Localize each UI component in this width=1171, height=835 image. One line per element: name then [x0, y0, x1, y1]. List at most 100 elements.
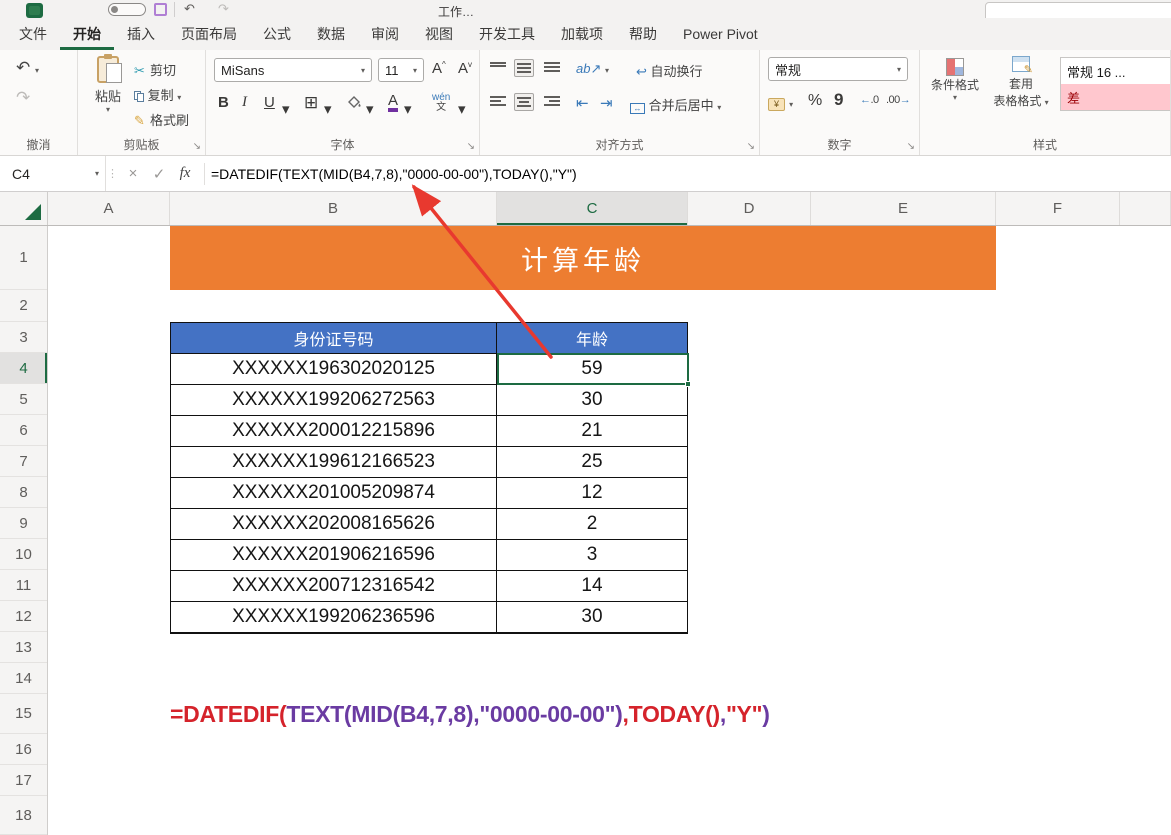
- save-icon[interactable]: [154, 3, 167, 16]
- row-header-17[interactable]: 17: [0, 765, 47, 796]
- align-top-button[interactable]: [488, 59, 508, 77]
- row-header-11[interactable]: 11: [0, 570, 47, 601]
- cell-age[interactable]: 12: [497, 478, 687, 509]
- banner-cell[interactable]: 计算年龄: [170, 226, 996, 290]
- menu-tab[interactable]: 文件: [6, 18, 60, 50]
- menu-tab[interactable]: 数据: [304, 18, 358, 50]
- menu-tab[interactable]: 公式: [250, 18, 304, 50]
- row-header-7[interactable]: 7: [0, 446, 47, 477]
- cell-id-number[interactable]: XXXXXX199206272563: [171, 385, 497, 416]
- cell-age[interactable]: 30: [497, 385, 687, 416]
- select-all-corner[interactable]: [0, 192, 48, 225]
- fill-color-caret[interactable]: ▾: [366, 100, 374, 118]
- row-header-5[interactable]: 5: [0, 384, 47, 415]
- formula-annotation[interactable]: =DATEDIF( TEXT(MID(B4,7,8),"0000-00-00")…: [170, 694, 770, 734]
- italic-button[interactable]: I: [242, 94, 247, 111]
- paste-button[interactable]: 粘贴 ▾: [90, 56, 126, 114]
- row-header-12[interactable]: 12: [0, 601, 47, 632]
- font-name-select[interactable]: MiSans▾: [214, 58, 372, 82]
- clipboard-dialog-launcher[interactable]: ↘: [193, 142, 201, 152]
- align-center-button[interactable]: [514, 93, 534, 111]
- undo-icon[interactable]: ↶: [184, 1, 195, 17]
- column-header-B[interactable]: B: [170, 192, 497, 225]
- row-header-2[interactable]: 2: [0, 290, 47, 322]
- redo-icon[interactable]: ↷: [218, 1, 229, 17]
- column-header-C[interactable]: C: [497, 192, 688, 225]
- shrink-font-button[interactable]: Av: [458, 60, 472, 77]
- cell-age[interactable]: 25: [497, 447, 687, 478]
- insert-function-button[interactable]: fx: [172, 165, 198, 182]
- row-header-8[interactable]: 8: [0, 477, 47, 508]
- row-header-15[interactable]: 15: [0, 694, 47, 734]
- header-id-number[interactable]: 身份证号码: [171, 323, 497, 354]
- cell-age[interactable]: 21: [497, 416, 687, 447]
- align-right-button[interactable]: [542, 93, 562, 111]
- phonetic-button[interactable]: wén文: [432, 93, 450, 113]
- indent-increase-button[interactable]: ⇥: [600, 94, 613, 112]
- cell-age[interactable]: 14: [497, 571, 687, 602]
- redo-button[interactable]: ↷: [16, 88, 30, 108]
- row-header-6[interactable]: 6: [0, 415, 47, 446]
- cell-id-number[interactable]: XXXXXX201005209874: [171, 478, 497, 509]
- row-header-1[interactable]: 1: [0, 226, 47, 290]
- cancel-button[interactable]: ×: [120, 165, 146, 182]
- search-box[interactable]: [985, 2, 1171, 18]
- font-color-button[interactable]: A: [388, 93, 398, 112]
- number-format-select[interactable]: 常规▾: [768, 57, 908, 81]
- cell-id-number[interactable]: XXXXXX201906216596: [171, 540, 497, 571]
- orientation-button[interactable]: ab↗ ▾: [576, 61, 609, 77]
- borders-button[interactable]: ⊞: [304, 93, 318, 113]
- cell-style-option[interactable]: 差: [1061, 84, 1170, 110]
- cell-id-number[interactable]: XXXXXX199612166523: [171, 447, 497, 478]
- cell-id-number[interactable]: XXXXXX196302020125: [171, 354, 497, 385]
- row-header-4[interactable]: 4: [0, 353, 47, 384]
- grow-font-button[interactable]: A^: [432, 60, 446, 77]
- decimal-decrease-button[interactable]: .00→: [886, 94, 910, 106]
- column-header-E[interactable]: E: [811, 192, 996, 225]
- wrap-text-button[interactable]: ↩ 自动换行: [636, 61, 703, 80]
- align-left-button[interactable]: [488, 93, 508, 111]
- row-header-9[interactable]: 9: [0, 508, 47, 539]
- row-header-14[interactable]: 14: [0, 663, 47, 694]
- column-header-partial[interactable]: [1120, 192, 1171, 225]
- align-middle-button[interactable]: [514, 59, 534, 77]
- underline-caret[interactable]: ▾: [282, 100, 290, 118]
- decimal-increase-button[interactable]: ←.0: [860, 94, 879, 106]
- cell-age[interactable]: 3: [497, 540, 687, 571]
- cell-id-number[interactable]: XXXXXX202008165626: [171, 509, 497, 540]
- row-header-10[interactable]: 10: [0, 539, 47, 570]
- merge-center-button[interactable]: ↔ 合并后居中 ▾: [630, 95, 721, 114]
- sheet-cells-area[interactable]: 计算年龄 身份证号码 年龄 XXXXXX196302020125 59 XXXX…: [48, 226, 1171, 835]
- row-header-16[interactable]: 16: [0, 734, 47, 765]
- menu-tab[interactable]: 开发工具: [466, 18, 548, 50]
- menu-tab[interactable]: 视图: [412, 18, 466, 50]
- menu-tab[interactable]: 加载项: [548, 18, 616, 50]
- undo-button[interactable]: ↶ ▾: [16, 58, 39, 78]
- font-size-select[interactable]: 11▾: [378, 58, 424, 82]
- enter-button[interactable]: ✓: [146, 165, 172, 183]
- name-box[interactable]: C4 ▾: [0, 156, 106, 191]
- menu-tab[interactable]: 页面布局: [168, 18, 250, 50]
- menu-tab[interactable]: 开始: [60, 18, 114, 50]
- font-dialog-launcher[interactable]: ↘: [467, 142, 475, 152]
- name-box-caret[interactable]: ▾: [95, 169, 99, 178]
- phonetic-caret[interactable]: ▾: [458, 100, 466, 118]
- formula-input[interactable]: =DATEDIF(TEXT(MID(B4,7,8),"0000-00-00"),…: [211, 166, 577, 182]
- format-painter-button[interactable]: ✎格式刷: [134, 110, 189, 129]
- alignment-dialog-launcher[interactable]: ↘: [747, 142, 755, 152]
- cell-id-number[interactable]: XXXXXX199206236596: [171, 602, 497, 633]
- column-header-A[interactable]: A: [48, 192, 170, 225]
- column-header-F[interactable]: F: [996, 192, 1120, 225]
- cell-id-number[interactable]: XXXXXX200712316542: [171, 571, 497, 602]
- underline-button[interactable]: U: [264, 94, 275, 111]
- menu-tab[interactable]: 插入: [114, 18, 168, 50]
- format-as-table-button[interactable]: 套用 表格格式 ▾: [988, 56, 1054, 109]
- borders-caret[interactable]: ▾: [324, 100, 332, 118]
- font-color-caret[interactable]: ▾: [404, 100, 412, 118]
- bold-button[interactable]: B: [218, 94, 229, 111]
- fill-color-button[interactable]: [346, 94, 362, 114]
- cut-button[interactable]: ✂剪切: [134, 60, 176, 79]
- column-header-D[interactable]: D: [688, 192, 811, 225]
- fill-handle[interactable]: [685, 381, 691, 387]
- comma-style-button[interactable]: 9: [834, 90, 843, 110]
